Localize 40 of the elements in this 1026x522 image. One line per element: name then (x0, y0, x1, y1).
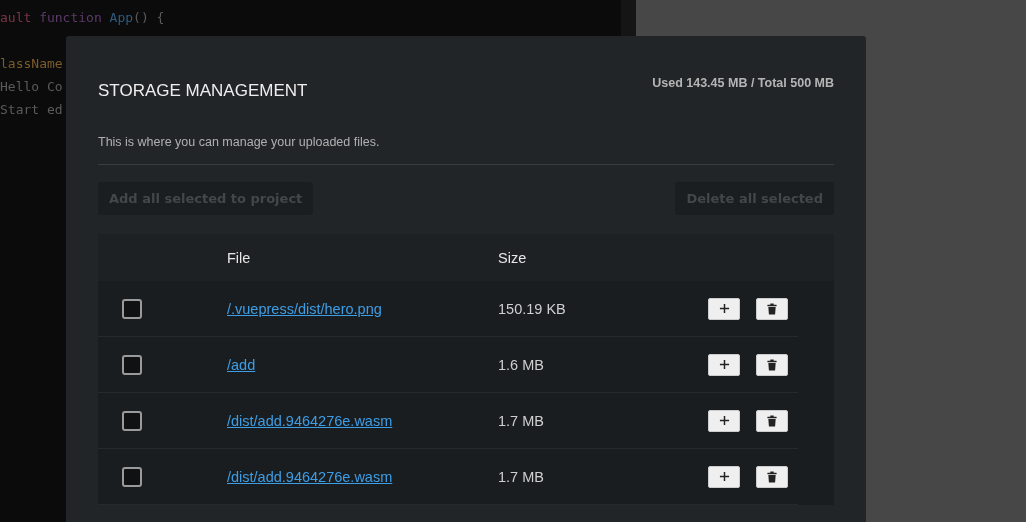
file-size: 1.7 MB (498, 412, 545, 429)
file-link[interactable]: /dist/add.9464276e.wasm (227, 412, 393, 429)
code-text: Hello Co (0, 79, 63, 94)
delete-button[interactable] (756, 297, 788, 320)
column-header: File (227, 249, 252, 266)
delete-button[interactable] (756, 353, 788, 376)
row-checkbox[interactable] (122, 410, 142, 431)
add-to-project-button[interactable] (708, 353, 740, 376)
storage-usage: Used 143.45 MB / Total 500 MB (652, 76, 834, 90)
plus-icon (718, 303, 730, 314)
trash-icon (767, 470, 777, 483)
row-checkbox[interactable] (122, 298, 142, 319)
add-to-project-button[interactable] (708, 465, 740, 488)
code-text: ault (0, 10, 33, 25)
add-to-project-button[interactable] (708, 297, 740, 320)
trash-icon (767, 302, 777, 315)
row-checkbox[interactable] (122, 354, 142, 375)
row-checkbox[interactable] (122, 466, 142, 487)
dialog-description: This is where you can manage your uploaded files. (98, 135, 381, 149)
plus-icon (718, 415, 730, 426)
code-text: lassName (0, 56, 63, 71)
delete-button[interactable] (756, 409, 788, 432)
file-size: 1.7 MB (498, 468, 545, 485)
plus-icon (718, 359, 730, 370)
trash-icon (767, 358, 777, 371)
file-link[interactable]: /dist/add.9464276e.wasm (227, 468, 393, 485)
file-link[interactable]: /add (227, 356, 256, 373)
file-size: 1.6 MB (498, 356, 545, 373)
code-text: Start ed (0, 102, 63, 117)
add-to-project-button[interactable] (708, 409, 740, 432)
file-link[interactable]: /.vuepress/dist/hero.png (227, 300, 382, 317)
delete-button[interactable] (756, 465, 788, 488)
code-text: function (39, 10, 103, 25)
code-text: () { (133, 10, 165, 25)
dialog-title: STORAGE MANAGEMENT (98, 81, 308, 101)
trash-icon (767, 414, 777, 427)
file-size: 150.19 KB (498, 300, 567, 317)
plus-icon (718, 471, 730, 482)
code-text: App (109, 10, 134, 25)
column-header: Size (498, 249, 528, 266)
